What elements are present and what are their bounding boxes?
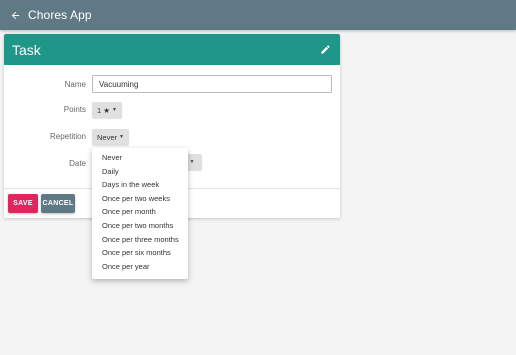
save-button[interactable]: SAVE xyxy=(8,194,38,213)
repetition-option-daily[interactable]: Daily xyxy=(92,165,188,179)
pencil-icon[interactable] xyxy=(318,43,332,57)
repetition-option-year[interactable]: Once per year xyxy=(92,260,188,274)
points-label: Points xyxy=(63,105,86,114)
caret-down-icon: ▼ xyxy=(119,134,124,140)
repetition-option-two-weeks[interactable]: Once per two weeks xyxy=(92,192,188,206)
name-input[interactable] xyxy=(92,75,332,93)
caret-down-icon: ▼ xyxy=(111,107,117,113)
repetition-option-days-in-week[interactable]: Days in the week xyxy=(92,178,188,192)
points-value: 1 ★ xyxy=(97,105,110,115)
repetition-option-never[interactable]: Never xyxy=(92,151,188,165)
card-header: Task xyxy=(4,34,340,65)
repetition-dropdown-menu: Never Daily Days in the week Once per tw… xyxy=(92,148,188,279)
card-title: Task xyxy=(12,41,41,58)
app-bar: Chores App xyxy=(0,0,516,30)
repetition-value: Never xyxy=(97,132,118,142)
caret-down-icon: ▼ xyxy=(189,159,195,165)
repetition-option-two-months[interactable]: Once per two months xyxy=(92,219,188,233)
repetition-option-month[interactable]: Once per month xyxy=(92,205,188,219)
repetition-option-three-months[interactable]: Once per three months xyxy=(92,233,188,247)
repetition-select[interactable]: Never ▼ xyxy=(92,129,129,145)
app-title: Chores App xyxy=(28,8,92,22)
name-label: Name xyxy=(64,80,86,89)
back-arrow-icon[interactable] xyxy=(8,8,22,22)
cancel-button[interactable]: CANCEL xyxy=(41,194,75,213)
repetition-option-six-months[interactable]: Once per six months xyxy=(92,246,188,260)
points-select[interactable]: 1 ★ ▼ xyxy=(92,102,122,118)
repetition-label: Repetition xyxy=(49,132,86,141)
date-label: Date xyxy=(69,159,86,168)
